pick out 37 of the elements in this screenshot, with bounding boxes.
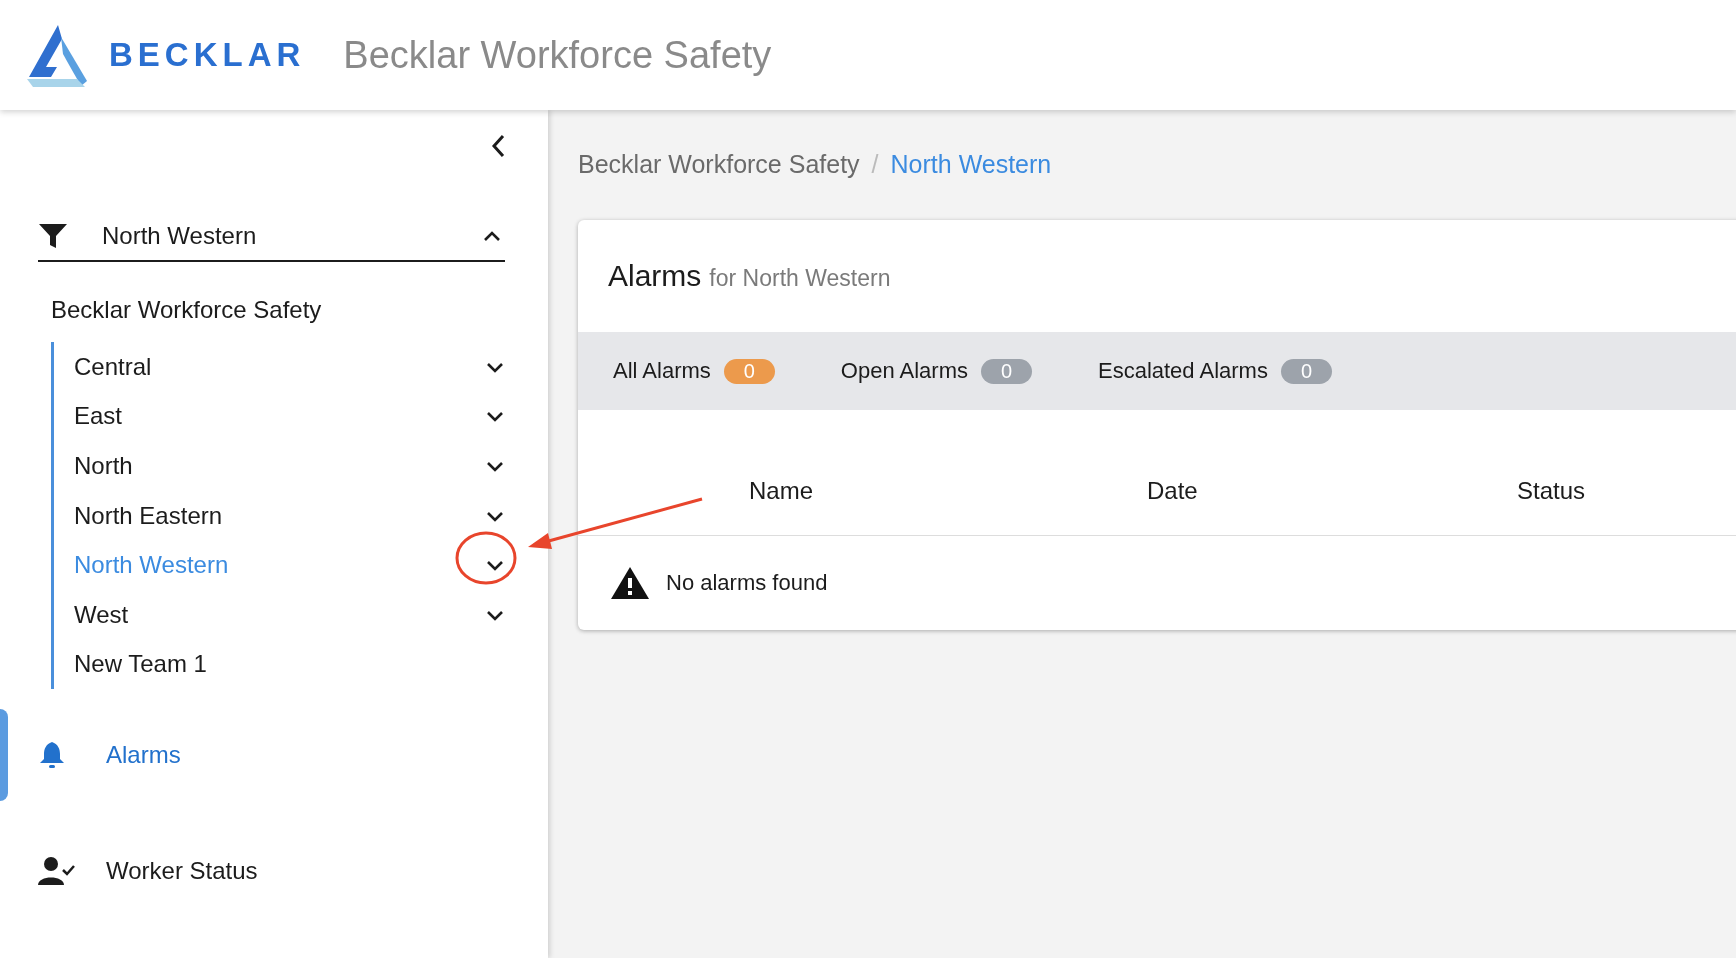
tree-item[interactable]: East <box>74 402 123 431</box>
alarm-filter-tab[interactable]: All Alarms 0 <box>613 358 775 384</box>
tree-item[interactable]: New Team 1 <box>74 650 207 679</box>
app-title: Becklar Workforce Safety <box>343 33 772 77</box>
column-header[interactable]: Status <box>1512 477 1712 535</box>
tree-item[interactable]: Central <box>74 352 152 381</box>
logo-wordmark: BECKLAR <box>109 36 306 74</box>
filter-icon <box>38 223 68 249</box>
nav-item[interactable]: Alarms <box>106 741 181 770</box>
person-check-icon <box>38 856 76 887</box>
tree-item[interactable]: North <box>74 452 133 480</box>
tree-item[interactable]: North Western <box>74 551 229 580</box>
count-badge: 0 <box>1280 358 1332 384</box>
column-header[interactable]: Date <box>1147 477 1512 535</box>
dropdown-caret-icon[interactable] <box>482 229 502 243</box>
highlight-circle <box>455 531 517 585</box>
card-subtitle: for North Western <box>709 264 891 292</box>
column-header[interactable]: Name <box>749 477 1147 535</box>
tree-item[interactable]: West <box>74 600 129 629</box>
bell-icon <box>38 740 66 771</box>
alarm-filter-tab[interactable]: Open Alarms 0 <box>840 358 1032 384</box>
count-badge: 0 <box>723 358 775 384</box>
breadcrumb-current: North Western <box>890 149 1052 179</box>
expand-caret-icon[interactable] <box>485 558 505 573</box>
empty-message: No alarms found <box>666 570 828 596</box>
count-badge: 0 <box>980 358 1032 384</box>
filter-dropdown-value[interactable]: North Western <box>102 222 482 250</box>
expand-caret-icon[interactable] <box>485 409 505 424</box>
breadcrumb-link[interactable]: Becklar Workforce Safety <box>578 149 860 179</box>
nav-item[interactable]: Worker Status <box>106 857 258 886</box>
alarm-filter-tab[interactable]: Escalated Alarms 0 <box>1097 358 1332 384</box>
warning-icon <box>610 566 650 600</box>
tree-item[interactable]: North Eastern <box>74 501 223 530</box>
tree-root-item[interactable]: Becklar Workforce Safety <box>51 296 322 323</box>
expand-caret-icon[interactable] <box>485 459 505 473</box>
breadcrumb-separator: / <box>871 149 879 179</box>
card-title: Alarms <box>608 259 702 293</box>
